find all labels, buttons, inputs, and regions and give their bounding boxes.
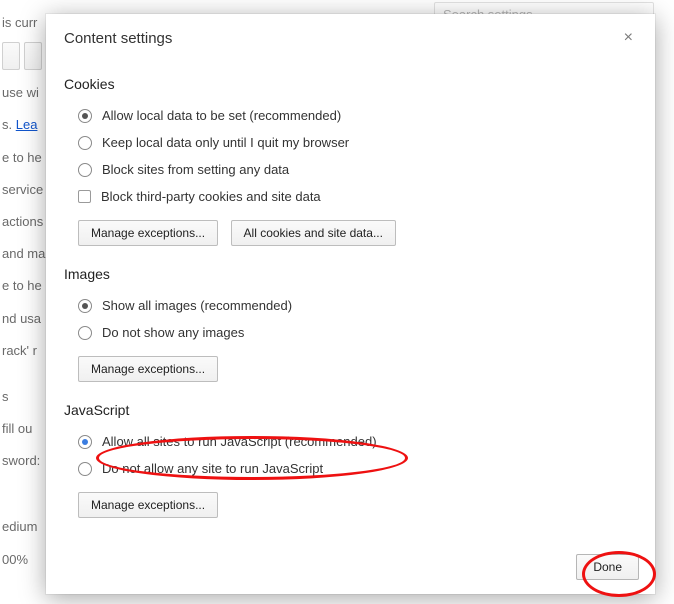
dialog-header: Content settings × [46, 14, 655, 56]
radio-icon[interactable] [78, 462, 92, 476]
option-label: Block sites from setting any data [102, 162, 289, 177]
javascript-manage-exceptions-button[interactable]: Manage exceptions... [78, 492, 218, 518]
cookies-all-data-button[interactable]: All cookies and site data... [231, 220, 396, 246]
section-cookies: Cookies Allow local data to be set (reco… [64, 76, 637, 246]
dialog-title: Content settings [64, 30, 172, 47]
radio-icon[interactable] [78, 299, 92, 313]
cookies-heading: Cookies [64, 76, 637, 92]
option-label: Show all images (recommended) [102, 298, 292, 313]
images-heading: Images [64, 266, 637, 282]
dialog-body[interactable]: Cookies Allow local data to be set (reco… [46, 56, 655, 544]
cookies-manage-exceptions-button[interactable]: Manage exceptions... [78, 220, 218, 246]
images-option-do-not-show[interactable]: Do not show any images [78, 319, 637, 346]
option-label: Do not show any images [102, 325, 244, 340]
javascript-option-allow-all[interactable]: Allow all sites to run JavaScript (recom… [78, 428, 637, 455]
option-label: Allow local data to be set (recommended) [102, 108, 341, 123]
javascript-option-disallow[interactable]: Do not allow any site to run JavaScript [78, 455, 637, 482]
cookies-option-allow-local[interactable]: Allow local data to be set (recommended) [78, 102, 637, 129]
cookies-option-keep-until-quit[interactable]: Keep local data only until I quit my bro… [78, 129, 637, 156]
checkbox-icon[interactable] [78, 190, 91, 203]
option-label: Block third-party cookies and site data [101, 189, 321, 204]
option-label: Keep local data only until I quit my bro… [102, 135, 349, 150]
radio-icon[interactable] [78, 326, 92, 340]
close-icon[interactable]: × [620, 28, 637, 48]
option-label: Do not allow any site to run JavaScript [102, 461, 323, 476]
content-settings-dialog: Content settings × Cookies Allow local d… [46, 14, 655, 594]
cookies-option-block-all[interactable]: Block sites from setting any data [78, 156, 637, 183]
radio-icon[interactable] [78, 136, 92, 150]
section-javascript: JavaScript Allow all sites to run JavaSc… [64, 402, 637, 518]
radio-icon[interactable] [78, 435, 92, 449]
images-option-show-all[interactable]: Show all images (recommended) [78, 292, 637, 319]
images-manage-exceptions-button[interactable]: Manage exceptions... [78, 356, 218, 382]
javascript-heading: JavaScript [64, 402, 637, 418]
radio-icon[interactable] [78, 109, 92, 123]
bg-link[interactable]: Lea [16, 117, 38, 132]
section-images: Images Show all images (recommended) Do … [64, 266, 637, 382]
dialog-footer: Done [46, 544, 655, 594]
done-button[interactable]: Done [576, 554, 639, 580]
option-label: Allow all sites to run JavaScript (recom… [102, 434, 377, 449]
radio-icon[interactable] [78, 163, 92, 177]
cookies-checkbox-block-third-party[interactable]: Block third-party cookies and site data [78, 183, 637, 210]
